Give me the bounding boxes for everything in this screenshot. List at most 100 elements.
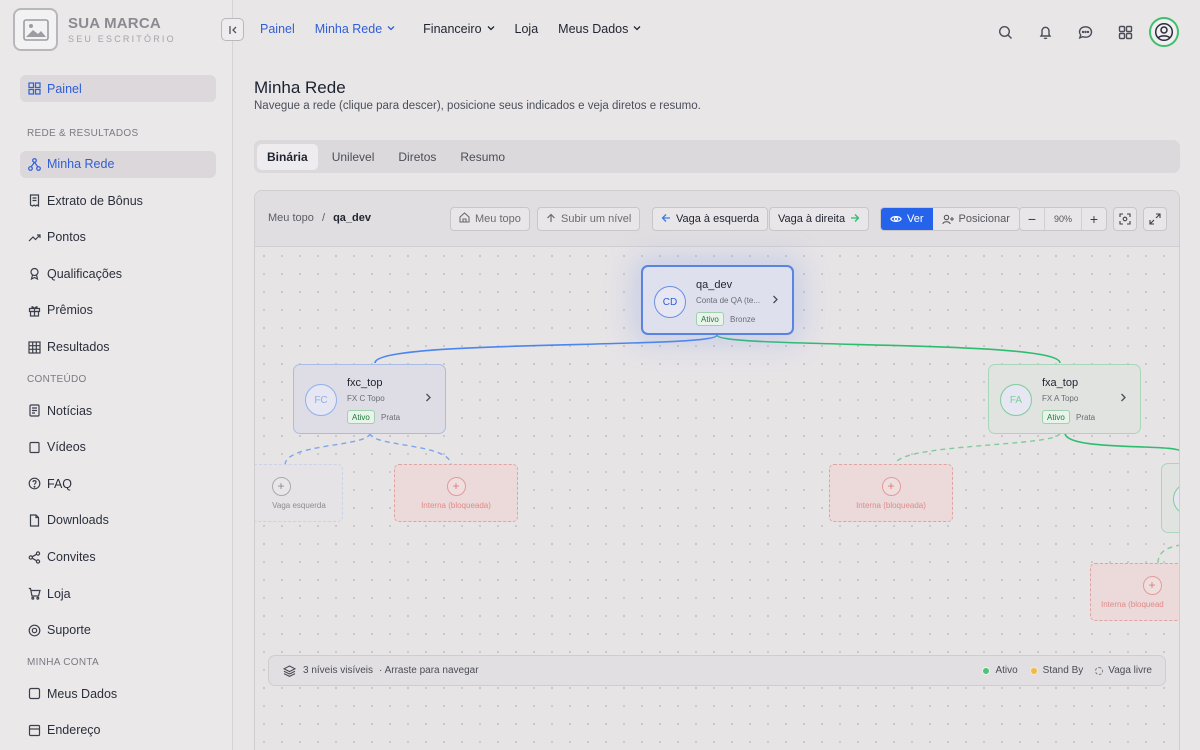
my-top-button[interactable]: Meu topo xyxy=(450,207,530,231)
sidebar-item-label: Convites xyxy=(47,550,96,565)
empty-slot-left[interactable]: + Vaga esquerda xyxy=(255,464,343,522)
sidebar-item-label: Resultados xyxy=(47,340,110,355)
brand[interactable]: SUA MARCA SEU ESCRITÓRIO xyxy=(13,8,176,51)
sidebar-item-suporte[interactable]: Suporte xyxy=(20,617,216,644)
plus-icon: + xyxy=(881,476,901,496)
node-description: FX A Topo xyxy=(1042,394,1079,403)
topnav-painel[interactable]: Painel xyxy=(260,22,295,36)
sidebar-item-faq[interactable]: FAQ xyxy=(20,470,216,497)
blocked-slot: + Interna (bloqueada) xyxy=(829,464,953,522)
tree-canvas[interactable]: CD qa_dev Conta de QA (te... Ativo Bronz… xyxy=(255,247,1179,750)
topnav-label: Financeiro xyxy=(423,22,482,36)
file-icon xyxy=(27,513,41,527)
sidebar-item-resultados[interactable]: Resultados xyxy=(20,334,216,361)
topnav-loja[interactable]: Loja xyxy=(515,22,539,36)
button-label: Vaga à direita xyxy=(778,213,846,225)
tab-binaria[interactable]: Binária xyxy=(257,143,318,170)
sidebar-item-endereco[interactable]: Endereço xyxy=(20,717,216,744)
sidebar-item-pontos[interactable]: Pontos xyxy=(20,224,216,251)
sidebar-item-label: Prêmios xyxy=(47,303,93,318)
arrow-right-icon xyxy=(850,213,860,226)
button-label: Meu topo xyxy=(475,213,521,225)
focus-center-button[interactable] xyxy=(1113,207,1137,231)
sidebar-item-videos[interactable]: Vídeos xyxy=(20,434,216,461)
user-icon xyxy=(27,687,41,701)
node-avatar: FC xyxy=(305,384,337,416)
sidebar-item-label: Vídeos xyxy=(47,440,86,455)
support-icon xyxy=(27,623,41,637)
tab-diretos[interactable]: Diretos xyxy=(388,144,446,170)
section-title: CONTEÚDO xyxy=(27,374,87,386)
top-navigation: Painel Minha Rede Financeiro Loja Meus D… xyxy=(260,22,661,36)
search-icon[interactable] xyxy=(993,20,1017,44)
sidebar-item-painel[interactable]: Painel xyxy=(20,75,216,102)
node-description: Conta de QA (te... xyxy=(696,296,761,305)
arrow-left-icon xyxy=(661,213,671,226)
node-username: fxa_top xyxy=(1042,377,1079,389)
left-slot-button[interactable]: Vaga à esquerda xyxy=(652,207,768,231)
sidebar-item-convites[interactable]: Convites xyxy=(20,544,216,571)
sidebar-item-extrato[interactable]: Extrato de Bônus xyxy=(20,187,216,214)
sidebar-item-label: Meus Dados xyxy=(47,686,118,701)
expand-icon xyxy=(1149,213,1161,225)
tree-node-partial[interactable] xyxy=(1161,463,1179,533)
right-slot-button[interactable]: Vaga à direita xyxy=(769,207,870,231)
sidebar-item-loja[interactable]: Loja xyxy=(20,580,216,607)
sidebar-item-label: Endereço xyxy=(47,723,101,738)
collapse-sidebar-button[interactable] xyxy=(221,18,244,41)
chevron-right-icon xyxy=(772,295,779,307)
user-avatar[interactable] xyxy=(1149,17,1179,47)
chevron-right-icon xyxy=(425,393,432,405)
sidebar-item-label: Pontos xyxy=(47,230,86,245)
home-icon xyxy=(459,212,470,226)
tree-node-left[interactable]: FC fxc_top FX C Topo Ativo Prata xyxy=(293,364,446,434)
bell-icon[interactable] xyxy=(1033,20,1057,44)
zoom-in-button[interactable]: + xyxy=(1082,208,1106,230)
user-circle-icon xyxy=(1154,22,1174,42)
button-label: Subir um nível xyxy=(561,213,632,225)
drag-hint: · Arraste para navegar xyxy=(379,665,479,676)
chevron-down-icon xyxy=(633,24,641,34)
tree-node-right[interactable]: FA fxa_top FX A Topo Ativo Prata xyxy=(988,364,1141,434)
sidebar-item-noticias[interactable]: Notícias xyxy=(20,397,216,424)
page-subtitle: Navegue a rede (clique para descer), pos… xyxy=(254,100,701,112)
tab-unilevel[interactable]: Unilevel xyxy=(322,144,385,170)
breadcrumb-root[interactable]: Meu topo xyxy=(268,212,314,224)
node-avatar: FA xyxy=(1000,384,1032,416)
topnav-minha-rede[interactable]: Minha Rede xyxy=(315,22,395,36)
legend-dot xyxy=(982,666,991,675)
level-up-button[interactable]: Subir um nível xyxy=(537,207,641,231)
sidebar-item-premios[interactable]: Prêmios xyxy=(20,297,216,324)
sidebar-item-label: Downloads xyxy=(47,513,109,528)
apps-grid-icon[interactable] xyxy=(1113,20,1137,44)
topnav-financeiro[interactable]: Financeiro xyxy=(423,22,494,36)
node-description: FX C Topo xyxy=(347,394,385,403)
legend-dot xyxy=(1029,666,1038,675)
topnav-label: Minha Rede xyxy=(314,22,383,36)
view-mode-button[interactable]: Ver xyxy=(881,208,933,230)
blocked-slot: + Interna (bloqueada) xyxy=(394,464,518,522)
sidebar-item-meus-dados[interactable]: Meus Dados xyxy=(20,680,216,707)
sidebar-item-minha-rede[interactable]: Minha Rede xyxy=(20,150,216,178)
status-legend: Ativo Stand By Vaga livre xyxy=(970,665,1152,676)
node-avatar: CD xyxy=(654,286,686,318)
sidebar-item-label: Painel xyxy=(47,81,82,96)
sidebar-item-downloads[interactable]: Downloads xyxy=(20,507,216,534)
dashboard-icon xyxy=(27,82,41,96)
sidebar-item-qualificacoes[interactable]: Qualificações xyxy=(20,260,216,287)
top-actions xyxy=(993,17,1179,47)
rank-label: Prata xyxy=(1076,413,1096,422)
legend-free: Vaga livre xyxy=(1095,665,1152,676)
tab-resumo[interactable]: Resumo xyxy=(450,144,515,170)
topnav-meus-dados[interactable]: Meus Dados xyxy=(558,22,641,36)
legend-label: Ativo xyxy=(995,665,1018,676)
chat-icon[interactable] xyxy=(1073,20,1097,44)
section-title: REDE & RESULTADOS xyxy=(27,127,139,139)
zoom-out-button[interactable]: − xyxy=(1020,208,1044,230)
grid-icon xyxy=(27,340,41,354)
chevron-right-icon xyxy=(1120,393,1127,405)
button-label: Posicionar xyxy=(958,213,1010,225)
place-mode-button[interactable]: Posicionar xyxy=(932,208,1019,230)
fullscreen-button[interactable] xyxy=(1143,207,1167,231)
tree-node-root[interactable]: CD qa_dev Conta de QA (te... Ativo Bronz… xyxy=(641,265,794,335)
